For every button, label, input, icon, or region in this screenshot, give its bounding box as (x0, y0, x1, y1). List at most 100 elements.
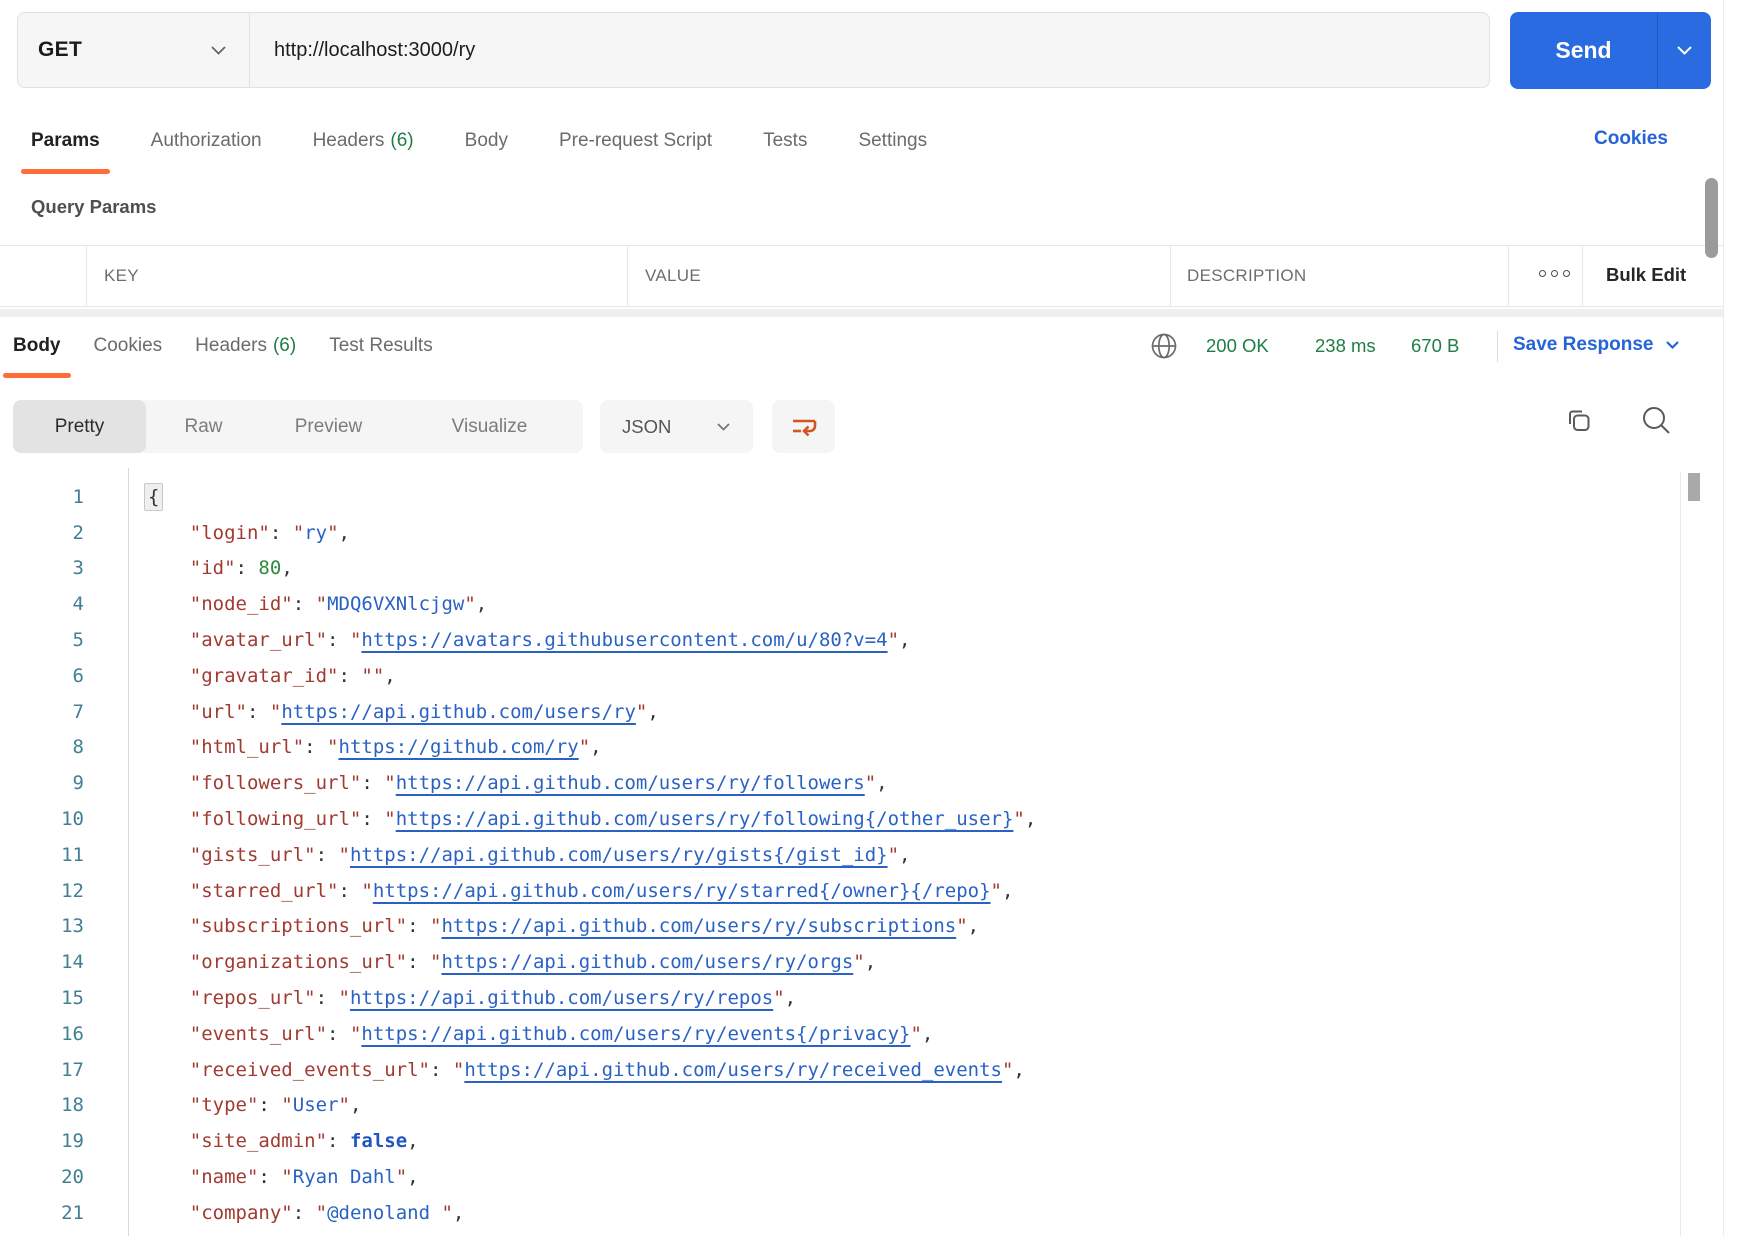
code-token: " (430, 951, 441, 973)
code-token (144, 915, 190, 937)
cookies-link[interactable]: Cookies (1594, 128, 1668, 150)
code-token: " (281, 1166, 292, 1188)
json-key: "type" (190, 1094, 259, 1116)
language-selector[interactable]: JSON (600, 400, 753, 453)
wrap-text-button[interactable] (772, 400, 835, 453)
code-token: " (270, 701, 281, 723)
json-key: "name" (190, 1166, 259, 1188)
active-tab-underline (21, 169, 110, 174)
line-number: 9 (0, 772, 84, 794)
code-token: " (579, 736, 590, 758)
code-line: 18 "type": "User", (0, 1088, 1680, 1124)
globe-icon (1150, 332, 1178, 360)
code-token: : (430, 1059, 453, 1081)
tab-tests[interactable]: Tests (763, 124, 807, 158)
code-token (144, 736, 190, 758)
json-number: 80 (258, 557, 281, 579)
bulk-edit-button[interactable]: Bulk Edit (1606, 264, 1686, 286)
fold-brace[interactable]: { (144, 483, 163, 511)
json-string: ry (304, 522, 327, 544)
code-token: , (1013, 1059, 1024, 1081)
url-input[interactable]: http://localhost:3000/ry (250, 39, 475, 62)
code-line-content: "gists_url": "https://api.github.com/use… (144, 844, 911, 866)
view-mode-raw[interactable]: Raw (146, 400, 261, 453)
main-scrollbar[interactable] (1705, 178, 1718, 258)
tab-params[interactable]: Params (31, 124, 100, 158)
code-token: , (590, 736, 601, 758)
line-number: 3 (0, 557, 84, 579)
send-options-chevron-icon[interactable] (1658, 12, 1711, 89)
tab-body[interactable]: Body (13, 329, 61, 363)
tab-pre-request-script[interactable]: Pre-request Script (559, 124, 712, 158)
code-token: " (453, 1059, 464, 1081)
code-token: , (1002, 880, 1013, 902)
json-link[interactable]: https://api.github.com/users/ry/orgs (441, 951, 853, 973)
tab-label: Authorization (151, 130, 262, 152)
status-badge: 200 OK (1206, 335, 1269, 357)
view-mode-preview[interactable]: Preview (261, 400, 396, 453)
code-line-content: "received_events_url": "https://api.gith… (144, 1059, 1025, 1081)
tab-headers[interactable]: Headers(6) (195, 329, 296, 363)
copy-button[interactable] (1561, 403, 1595, 437)
code-token: , (899, 629, 910, 651)
method-selector[interactable]: GET (18, 13, 250, 87)
view-mode-visualize[interactable]: Visualize (396, 400, 583, 453)
code-line: 1{ (0, 479, 1680, 515)
code-line: 15 "repos_url": "https://api.github.com/… (0, 980, 1680, 1016)
json-key: "url" (190, 701, 247, 723)
code-token (144, 522, 190, 544)
column-divider (627, 246, 628, 306)
tab-label: Headers (313, 130, 385, 152)
json-link[interactable]: https://github.com/ry (339, 736, 579, 758)
json-link[interactable]: https://avatars.githubusercontent.com/u/… (361, 629, 887, 651)
search-button[interactable] (1639, 403, 1673, 437)
code-token: , (647, 701, 658, 723)
pane-splitter[interactable] (0, 309, 1723, 317)
json-link[interactable]: https://api.github.com/users/ry (281, 701, 636, 723)
code-token: : (247, 701, 270, 723)
request-tabs: Params Authorization Headers(6) Body Pre-req… (31, 124, 927, 158)
json-link[interactable]: https://api.github.com/users/ry/starred{… (373, 880, 991, 902)
json-link[interactable]: https://api.github.com/users/ry/follower… (396, 772, 865, 794)
status-divider (1497, 331, 1498, 362)
code-line: 9 "followers_url": "https://api.github.c… (0, 765, 1680, 801)
view-mode-pretty[interactable]: Pretty (13, 400, 146, 453)
json-link[interactable]: https://api.github.com/users/ry/gists{/g… (350, 844, 888, 866)
tab-test-results[interactable]: Test Results (329, 329, 432, 363)
code-line: 6 "gravatar_id": "", (0, 658, 1680, 694)
code-token (144, 593, 190, 615)
code-token: : (327, 1023, 350, 1045)
code-token: , (339, 522, 350, 544)
json-link[interactable]: https://api.github.com/users/ry/events{/… (361, 1023, 910, 1045)
json-link[interactable]: https://api.github.com/users/ry/subscrip… (441, 915, 956, 937)
json-link[interactable]: https://api.github.com/users/ry/followin… (396, 808, 1014, 830)
code-token: " (1013, 808, 1024, 830)
code-line: 4 "node_id": "MDQ6VXNlcjgw", (0, 586, 1680, 622)
code-line-content: "events_url": "https://api.github.com/us… (144, 1023, 933, 1045)
tab-body[interactable]: Body (465, 124, 508, 158)
line-number: 15 (0, 987, 84, 1009)
json-key: "gravatar_id" (190, 665, 339, 687)
code-token: , (899, 844, 910, 866)
code-token: " (384, 808, 395, 830)
json-link[interactable]: https://api.github.com/users/ry/repos (350, 987, 773, 1009)
send-button[interactable]: Send (1510, 12, 1711, 89)
line-number: 19 (0, 1130, 84, 1152)
tab-label: Body (13, 335, 61, 357)
code-token: : (327, 1130, 350, 1152)
language-label: JSON (622, 416, 671, 438)
tab-headers[interactable]: Headers(6) (313, 124, 414, 158)
json-link[interactable]: https://api.github.com/users/ry/received… (464, 1059, 1002, 1081)
postman-window: GET http://localhost:3000/ry Send Params… (0, 0, 1754, 1236)
tab-cookies[interactable]: Cookies (94, 329, 163, 363)
code-line: 3 "id": 80, (0, 551, 1680, 587)
code-line: 8 "html_url": "https://github.com/ry", (0, 730, 1680, 766)
more-actions-icon[interactable] (1526, 270, 1582, 277)
tab-settings[interactable]: Settings (858, 124, 927, 158)
code-token (144, 951, 190, 973)
code-scrollbar[interactable] (1688, 473, 1700, 501)
active-tab-underline (3, 373, 71, 378)
code-line-content: "login": "ry", (144, 522, 350, 544)
save-response-button[interactable]: Save Response (1513, 334, 1680, 356)
tab-authorization[interactable]: Authorization (151, 124, 262, 158)
